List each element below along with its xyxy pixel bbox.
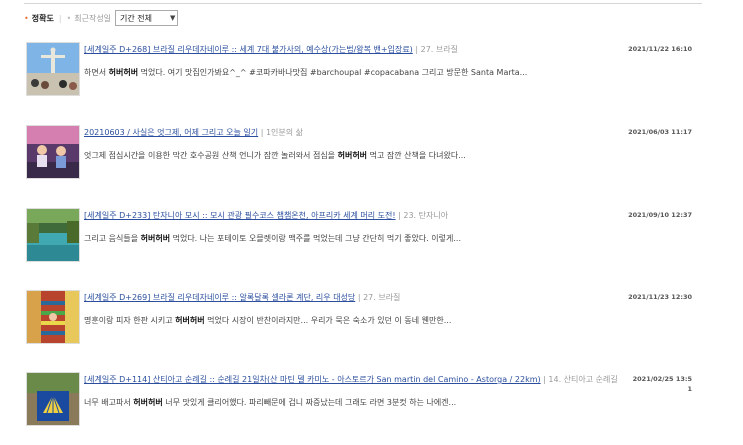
result-title-link[interactable]: [세계일주 D+114] 산티아고 순례길 :: 순례길 21일차(산 마틴 델… <box>84 375 541 384</box>
result-thumbnail[interactable] <box>26 208 80 262</box>
result-category[interactable]: | 27. 브라질 <box>358 293 401 302</box>
result-title-link[interactable]: 20210603 / 사실은 엇그제, 어제 그리고 오늘 일기 <box>84 128 258 137</box>
result-date: 2021/11/23 12:30 <box>628 292 692 302</box>
snippet-text: 명훈이랑 피자 한판 시키고 <box>84 316 176 325</box>
result-category[interactable]: | 14. 산티아고 순례길 <box>543 375 618 384</box>
result-title-link[interactable]: [세계일주 D+269] 브라질 리우데자네이루 :: 알록달록 셀라론 계단,… <box>84 293 355 302</box>
snippet-text: 그리고 음식들을 <box>84 234 141 243</box>
result-date-text: 2021/06/03 11:17 <box>628 128 692 136</box>
result-thumbnail[interactable] <box>26 290 80 344</box>
result-snippet: 엇그제 점심시간을 이용한 막간 호수공원 산책 언니가 잠깐 놀러와서 점심을… <box>84 150 684 161</box>
result-title: [세계일주 D+269] 브라질 리우데자네이루 :: 알록달록 셀라론 계단,… <box>84 292 624 303</box>
result-snippet: 하면서 허버허버 먹었다. 여기 맛집인가봐요^_^ #코파카바나맛집 #bar… <box>84 67 684 78</box>
search-result-item: 20210603 / 사실은 엇그제, 어제 그리고 오늘 일기 | 1인분의 … <box>26 125 702 180</box>
search-result-item: [세계일주 D+233] 탄자니아 모시 :: 모시 관광 필수코스 챔챔온천,… <box>26 208 702 263</box>
result-title: 20210603 / 사실은 엇그제, 어제 그리고 오늘 일기 | 1인분의 … <box>84 127 624 138</box>
result-title-link[interactable]: [세계일주 D+233] 탄자니아 모시 :: 모시 관광 필수코스 챔챔온천,… <box>84 211 396 220</box>
result-category[interactable]: | 23. 탄자니아 <box>398 211 448 220</box>
result-snippet: 명훈이랑 피자 한판 시키고 허버허버 먹었다 시장이 반찬이라지만... 우리… <box>84 315 684 326</box>
result-title-link[interactable]: [세계일주 D+268] 브라질 리우데자네이루 :: 세계 7대 불가사의, … <box>84 45 413 54</box>
result-date: 2021/02/25 13:5 1 <box>633 374 692 394</box>
snippet-text: 하면서 <box>84 68 109 77</box>
result-thumbnail[interactable] <box>26 372 80 426</box>
snippet-text: 엇그제 점심시간을 이용한 막간 호수공원 산책 언니가 잠깐 놀러와서 점심을 <box>84 151 338 160</box>
result-title: [세계일주 D+268] 브라질 리우데자네이루 :: 세계 7대 불가사의, … <box>84 44 624 55</box>
result-title: [세계일주 D+233] 탄자니아 모시 :: 모시 관광 필수코스 챔챔온천,… <box>84 210 624 221</box>
scallop-shell-photo-icon <box>27 373 79 425</box>
result-date-text: 2021/09/10 12:37 <box>628 211 692 219</box>
result-date-text: 2021/02/25 13:5 <box>632 375 692 383</box>
snippet-highlight: 허버허버 <box>108 68 139 77</box>
snippet-highlight: 허버허버 <box>140 234 171 243</box>
bullet-icon: • <box>66 13 72 23</box>
snippet-text: 너무 배고파서 <box>84 398 134 407</box>
top-divider <box>24 3 702 4</box>
snippet-text: 너무 맛있게 클리어했다. 파리빼문에 겁니 짜증났는데 그래도 라면 3분컷 … <box>162 398 457 407</box>
hot-spring-photo-icon <box>27 209 79 261</box>
result-snippet: 너무 배고파서 허버허버 너무 맛있게 클리어했다. 파리빼문에 겁니 짜증났는… <box>84 397 684 408</box>
sort-accuracy[interactable]: 정확도 <box>32 13 54 24</box>
chevron-down-icon: ▼ <box>170 14 176 22</box>
statue-photo-icon <box>27 43 79 95</box>
sort-bar: • 정확도 | • 최근작성일 기간 전체 ▼ <box>24 10 179 26</box>
snippet-text: 먹고 잠깐 산책을 다녀왔다... <box>367 151 466 160</box>
sort-recent[interactable]: 최근작성일 <box>74 13 111 24</box>
snippet-highlight: 허버허버 <box>175 316 205 325</box>
result-category[interactable]: | 27. 브라질 <box>415 45 458 54</box>
result-date-extra: 1 <box>687 385 692 393</box>
snippet-highlight: 허버허버 <box>337 151 368 160</box>
result-date: 2021/09/10 12:37 <box>628 210 692 220</box>
snippet-text: 먹었다 시장이 반찬이라지만... 우리가 묵은 숙소가 있던 이 동네 웬만한… <box>204 316 452 325</box>
people-photo-icon <box>27 126 79 178</box>
snippet-text: 먹었다. 여기 맛집인가봐요^_^ #코파카바나맛집 #barchoupal #… <box>138 68 528 77</box>
bullet-icon: • <box>24 13 29 23</box>
result-thumbnail[interactable] <box>26 125 80 179</box>
result-date: 2021/06/03 11:17 <box>628 127 692 137</box>
result-title: [세계일주 D+114] 산티아고 순례길 :: 순례길 21일차(산 마틴 델… <box>84 374 624 385</box>
snippet-highlight: 허버허버 <box>133 398 163 407</box>
result-date-text: 2021/11/22 16:10 <box>628 45 692 53</box>
result-snippet: 그리고 음식들을 허버허버 먹었다. 나는 포테이토 오믈렛이랑 맥주를 먹었는… <box>84 233 684 244</box>
result-date-text: 2021/11/23 12:30 <box>628 293 692 301</box>
search-result-item: [세계일주 D+114] 산티아고 순례길 :: 순례길 21일차(산 마틴 델… <box>26 372 702 427</box>
result-thumbnail[interactable] <box>26 42 80 96</box>
result-category[interactable]: | 1인분의 삶 <box>261 128 303 137</box>
period-select-value: 기간 전체 <box>120 13 153 23</box>
search-result-item: [세계일주 D+269] 브라질 리우데자네이루 :: 알록달록 셀라론 계단,… <box>26 290 702 345</box>
sort-separator: | <box>58 13 62 23</box>
period-select[interactable]: 기간 전체 ▼ <box>115 10 179 26</box>
result-date: 2021/11/22 16:10 <box>628 44 692 54</box>
search-result-item: [세계일주 D+268] 브라질 리우데자네이루 :: 세계 7대 불가사의, … <box>26 42 702 97</box>
stairs-photo-icon <box>27 291 79 343</box>
snippet-text: 먹었다. 나는 포테이토 오믈렛이랑 맥주를 먹었는데 그냥 간단히 먹기 좋았… <box>170 234 461 243</box>
